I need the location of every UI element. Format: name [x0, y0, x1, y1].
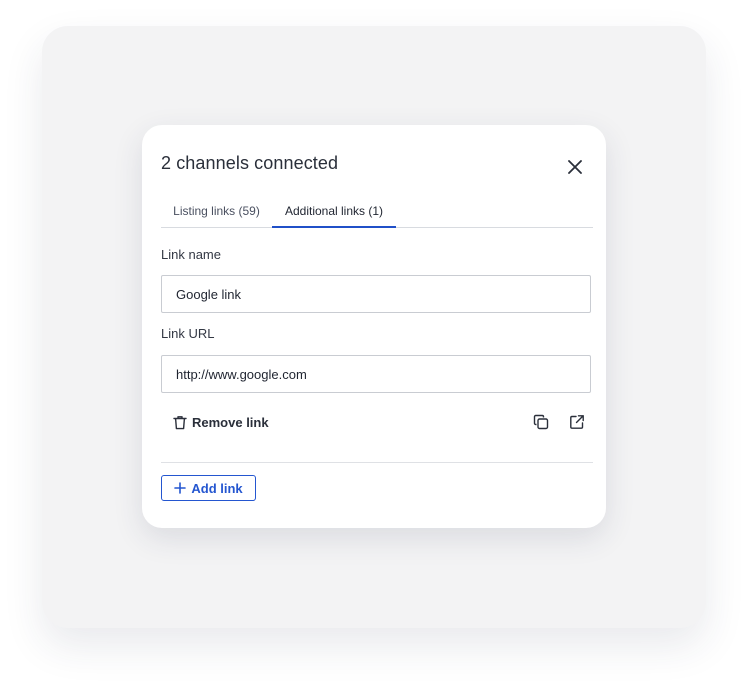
trash-icon	[173, 415, 187, 429]
tab-listing-links[interactable]: Listing links (59)	[161, 195, 272, 226]
add-link-label: Add link	[191, 480, 243, 496]
copy-icon	[533, 414, 549, 430]
dialog-title: 2 channels connected	[161, 153, 339, 173]
remove-link-label: Remove link	[192, 414, 269, 430]
open-link-button[interactable]	[566, 411, 588, 433]
section-divider	[161, 462, 593, 463]
link-name-input[interactable]	[161, 275, 591, 313]
copy-link-button[interactable]	[530, 411, 552, 433]
external-link-icon	[570, 415, 584, 429]
link-url-label: Link URL	[161, 326, 215, 341]
link-name-label: Link name	[161, 247, 221, 262]
tab-additional-links[interactable]: Additional links (1)	[272, 195, 396, 228]
close-button[interactable]	[562, 154, 588, 180]
link-url-input[interactable]	[161, 355, 591, 393]
remove-link-button[interactable]: Remove link	[173, 412, 269, 432]
plus-icon	[174, 482, 187, 494]
close-icon	[568, 160, 582, 174]
tab-bar: Listing links (59) Additional links (1)	[161, 195, 593, 228]
add-link-button[interactable]: Add link	[161, 475, 256, 501]
channels-dialog: 2 channels connected Listing links (59) …	[142, 125, 606, 528]
